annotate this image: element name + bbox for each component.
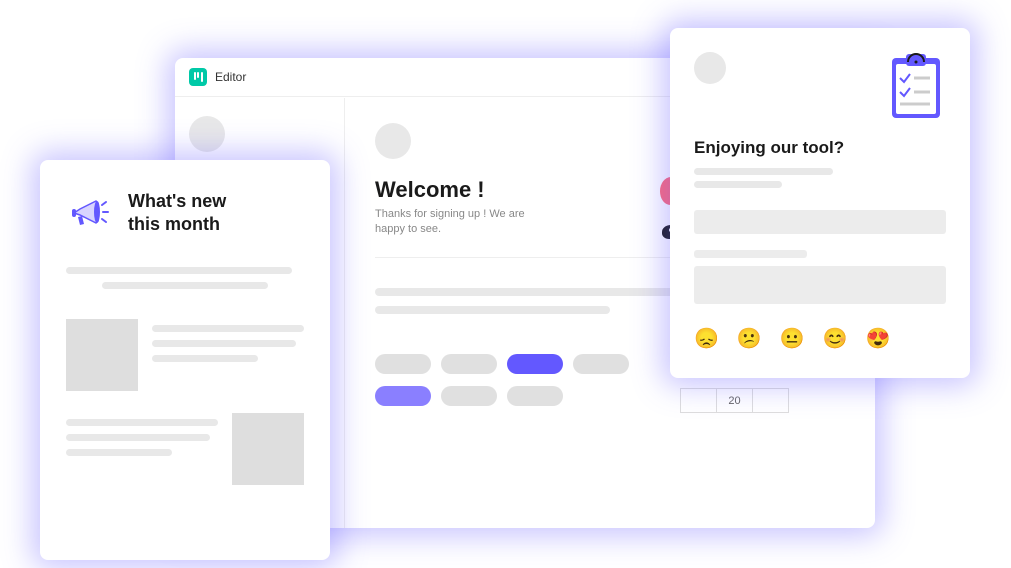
emoji-sad[interactable]: 😞 [694, 326, 719, 351]
pill-button[interactable] [507, 386, 563, 406]
label-skeleton [694, 250, 807, 258]
news-thumbnail [66, 319, 138, 391]
skeleton-line [102, 282, 269, 289]
megaphone-icon [66, 191, 110, 235]
news-text-skeleton [66, 413, 218, 485]
feedback-card: Enjoying our tool? 😞 😕 😐 😊 😍 [670, 28, 970, 378]
description-skeleton [66, 267, 304, 289]
skeleton-line [152, 325, 304, 332]
textarea-placeholder[interactable] [694, 266, 946, 304]
skeleton-line [66, 449, 172, 456]
skeleton-line [66, 419, 218, 426]
clipboard-icon [886, 52, 946, 122]
whats-new-card: What's new this month [40, 160, 330, 560]
emoji-love[interactable]: 😍 [866, 326, 891, 351]
skeleton-line [152, 340, 296, 347]
whats-new-title: What's new this month [128, 190, 226, 237]
skeleton-line [694, 181, 782, 188]
feedback-header [694, 52, 946, 122]
news-thumbnail [232, 413, 304, 485]
pill-button[interactable] [441, 354, 497, 374]
skeleton-line [375, 306, 610, 314]
pill-button[interactable] [573, 354, 629, 374]
avatar-placeholder [694, 52, 726, 84]
profile-avatar-placeholder [375, 123, 411, 159]
pill-button-secondary[interactable] [375, 386, 431, 406]
news-item[interactable] [66, 413, 304, 485]
news-text-skeleton [152, 319, 304, 391]
caption-skeleton [694, 168, 946, 188]
pill-button-active[interactable] [507, 354, 563, 374]
news-item[interactable] [66, 319, 304, 391]
skeleton-line [375, 288, 681, 296]
avatar-placeholder [189, 116, 225, 152]
table-cell-value: 20 [717, 389, 753, 413]
welcome-heading: Welcome ! [375, 177, 535, 203]
feedback-title: Enjoying our tool? [694, 138, 946, 158]
pill-button[interactable] [375, 354, 431, 374]
input-placeholder[interactable] [694, 210, 946, 234]
mini-table: 20 [680, 388, 789, 413]
welcome-sub: Thanks for signing up ! We are happy to … [375, 207, 535, 238]
whats-new-header: What's new this month [66, 190, 304, 237]
emoji-confused[interactable]: 😕 [737, 326, 762, 351]
emoji-rating: 😞 😕 😐 😊 😍 [694, 326, 946, 351]
skeleton-line [152, 355, 258, 362]
skeleton-line [694, 168, 833, 175]
skeleton-line [66, 267, 292, 274]
editor-title: Editor [215, 70, 246, 84]
emoji-neutral[interactable]: 😐 [780, 326, 805, 351]
skeleton-line [66, 434, 210, 441]
welcome-text-block: Welcome ! Thanks for signing up ! We are… [375, 177, 535, 238]
pill-button[interactable] [441, 386, 497, 406]
logo-icon [189, 68, 207, 86]
emoji-happy[interactable]: 😊 [823, 326, 848, 351]
